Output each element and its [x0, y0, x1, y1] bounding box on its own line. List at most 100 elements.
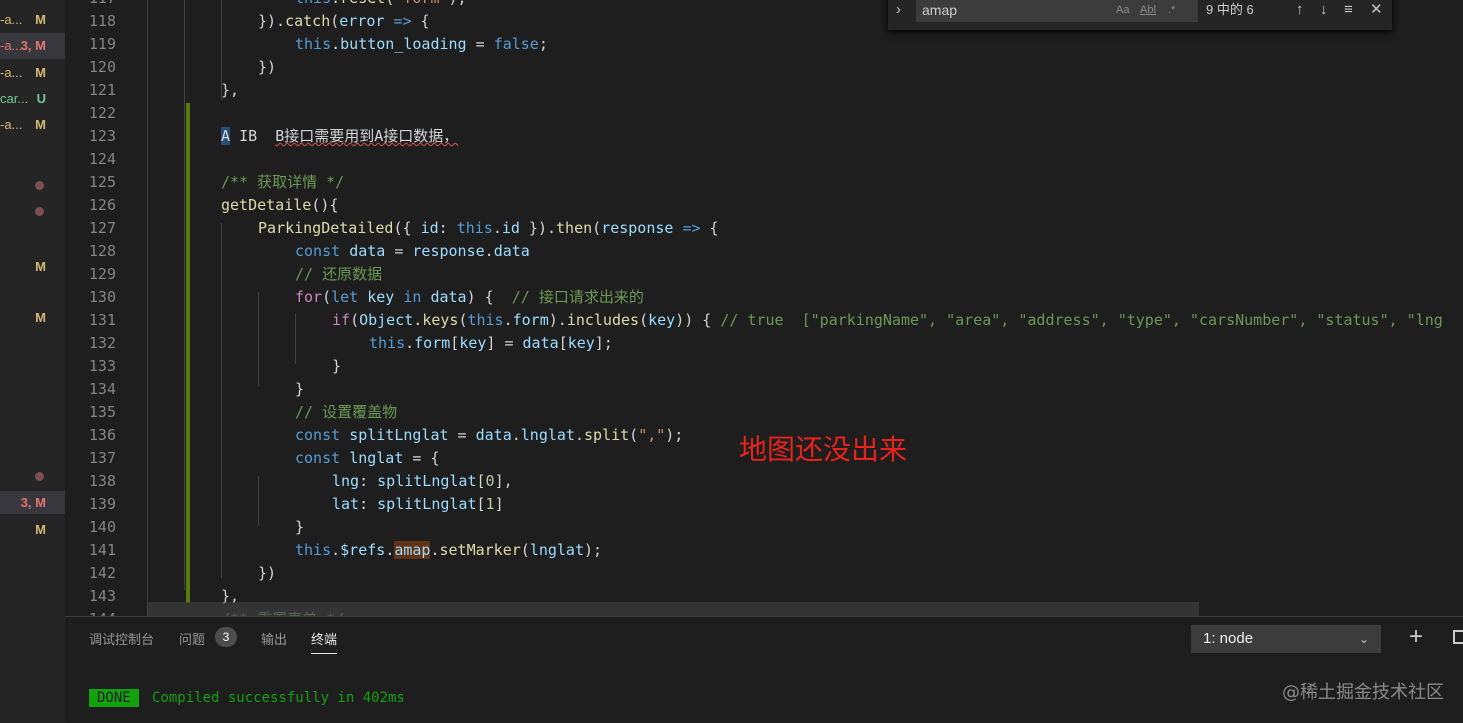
code-line[interactable]: const lnglat = { — [295, 447, 440, 470]
code-token: } — [332, 357, 342, 375]
tab-terminal[interactable]: 终端 — [311, 629, 338, 654]
code-line[interactable]: A IB B接口需要用到A接口数据， — [221, 125, 458, 148]
terminal-select[interactable]: 1: node ⌄ — [1191, 625, 1381, 653]
line-number: 118 — [88, 12, 116, 30]
code-line[interactable]: this.button_loading = false; — [295, 33, 548, 56]
code-line[interactable]: }).catch(error => { — [258, 10, 430, 33]
arrow-down-icon[interactable]: ↓ — [1320, 0, 1328, 22]
code-editor[interactable]: 117 118 119 120 121 122 123 124 125 126 127 128 129 1… — [65, 0, 1463, 616]
use-regex-toggle[interactable]: .* — [1168, 0, 1175, 22]
code-token: [ — [558, 334, 568, 352]
code-line[interactable]: const splitLnglat = data.lnglat.split(",… — [295, 424, 683, 447]
line-number: 119 — [88, 35, 116, 53]
code-token: }) — [258, 564, 277, 582]
code-line[interactable]: } — [295, 516, 304, 539]
tab-problems[interactable]: 问题 — [179, 629, 205, 648]
line-number: 121 — [88, 81, 116, 99]
sidebar-status-row[interactable]: M — [0, 306, 65, 329]
code-token: . — [503, 311, 513, 329]
arrow-up-icon[interactable]: ↑ — [1296, 0, 1304, 22]
terminal-select-value: 1: node — [1203, 630, 1254, 647]
sidebar-file-item[interactable]: -a... M — [0, 7, 65, 33]
code-token: [ — [450, 334, 460, 352]
code-token: . — [331, 541, 341, 559]
code-line[interactable]: } — [295, 378, 304, 401]
tab-debug-console[interactable]: 调试控制台 — [89, 629, 154, 648]
code-line[interactable]: ParkingDetailed({ id: this.id }).then(re… — [258, 217, 719, 240]
code-token: = — [448, 426, 476, 444]
chevron-down-icon: ⌄ — [1358, 632, 1369, 646]
line-number: 133 — [88, 357, 116, 375]
add-icon[interactable]: + — [1409, 623, 1423, 651]
chevron-right-icon[interactable]: › — [896, 0, 901, 22]
sidebar-file-item[interactable]: car... U — [0, 86, 65, 112]
code-token: data — [522, 334, 559, 352]
code-token: // 还原数据 — [295, 265, 383, 283]
code-token: A — [221, 127, 231, 145]
find-in-selection-icon[interactable]: ≡ — [1344, 0, 1353, 22]
code-token: (){ — [311, 196, 339, 214]
code-token: lng — [332, 472, 360, 490]
line-number: 135 — [88, 403, 116, 421]
sidebar-status-row[interactable]: M — [0, 255, 65, 278]
indent-guide — [258, 476, 259, 526]
code-token: splitLnglat — [377, 495, 477, 513]
match-whole-word-toggle[interactable]: Abl — [1140, 0, 1156, 22]
code-line[interactable]: lng: splitLnglat[0], — [332, 470, 513, 493]
sidebar-file-item[interactable]: -a... M — [0, 112, 65, 138]
sidebar-status-row[interactable]: M — [0, 518, 65, 541]
code-line[interactable]: // 设置覆盖物 — [295, 401, 397, 424]
code-token: }). — [519, 219, 557, 237]
code-token: "," — [638, 426, 666, 444]
code-token: : — [359, 472, 378, 490]
match-case-toggle[interactable]: Aa — [1116, 0, 1129, 22]
git-status-badge: M — [35, 310, 46, 325]
code-token: ( — [639, 311, 649, 329]
code-token: B接口需要用到A接口数据， — [275, 127, 459, 145]
code-line[interactable]: } — [332, 355, 341, 378]
line-number: 139 — [88, 495, 116, 513]
code-token: amap — [394, 541, 431, 559]
code-token: 1 — [485, 495, 495, 513]
code-token: }, — [221, 81, 240, 99]
code-line[interactable]: /** 获取详情 */ — [221, 171, 344, 194]
line-number: 127 — [88, 219, 116, 237]
code-line[interactable]: }) — [258, 56, 276, 79]
code-line[interactable]: }) — [258, 562, 276, 585]
code-line[interactable]: for(let key in data) { // 接口请求出来的 — [295, 286, 644, 309]
sidebar-file-item[interactable]: -a... 3, M — [0, 33, 65, 59]
code-line[interactable]: // 还原数据 — [295, 263, 382, 286]
line-number: 131 — [88, 311, 116, 329]
code-token: splitLnglat — [377, 472, 477, 490]
code-line[interactable]: getDetaile(){ — [221, 194, 338, 217]
code-line[interactable]: lat: splitLnglat[1] — [332, 493, 504, 516]
code-line[interactable]: this.$refs.amap.setMarker(lnglat); — [295, 539, 602, 562]
code-token: . — [405, 334, 415, 352]
unsaved-dot-icon — [35, 181, 44, 190]
code-line[interactable]: this.reset('form'); — [295, 0, 467, 10]
code-token: ] — [494, 495, 504, 513]
code-token: => — [393, 12, 412, 30]
code-token: B — [248, 127, 276, 145]
horizontal-scrollbar[interactable] — [147, 602, 1199, 616]
code-token: ( — [330, 12, 340, 30]
code-line[interactable]: }, — [221, 79, 239, 102]
code-line[interactable]: if(Object.keys(this.form).includes(key))… — [332, 309, 1443, 332]
code-token: } — [295, 380, 305, 398]
tab-output[interactable]: 输出 — [261, 629, 287, 648]
sidebar-status-row[interactable]: 3, M — [0, 491, 65, 514]
code-line[interactable]: this.form[key] = data[key]; — [369, 332, 613, 355]
line-number: 132 — [88, 334, 116, 352]
indent-guide — [258, 292, 259, 387]
sidebar-file-item[interactable]: -a... M — [0, 60, 65, 86]
code-token: ( — [322, 288, 332, 306]
code-token: data — [349, 242, 386, 260]
code-line[interactable]: const data = response.data — [295, 240, 530, 263]
split-terminal-icon[interactable] — [1453, 630, 1463, 644]
line-number: 138 — [88, 472, 116, 490]
compile-message: Compiled successfully in 402ms — [152, 690, 405, 706]
close-icon[interactable]: ✕ — [1370, 0, 1383, 22]
line-number: 126 — [88, 196, 116, 214]
line-number: 122 — [88, 104, 116, 122]
line-number: 117 — [65, 0, 116, 10]
